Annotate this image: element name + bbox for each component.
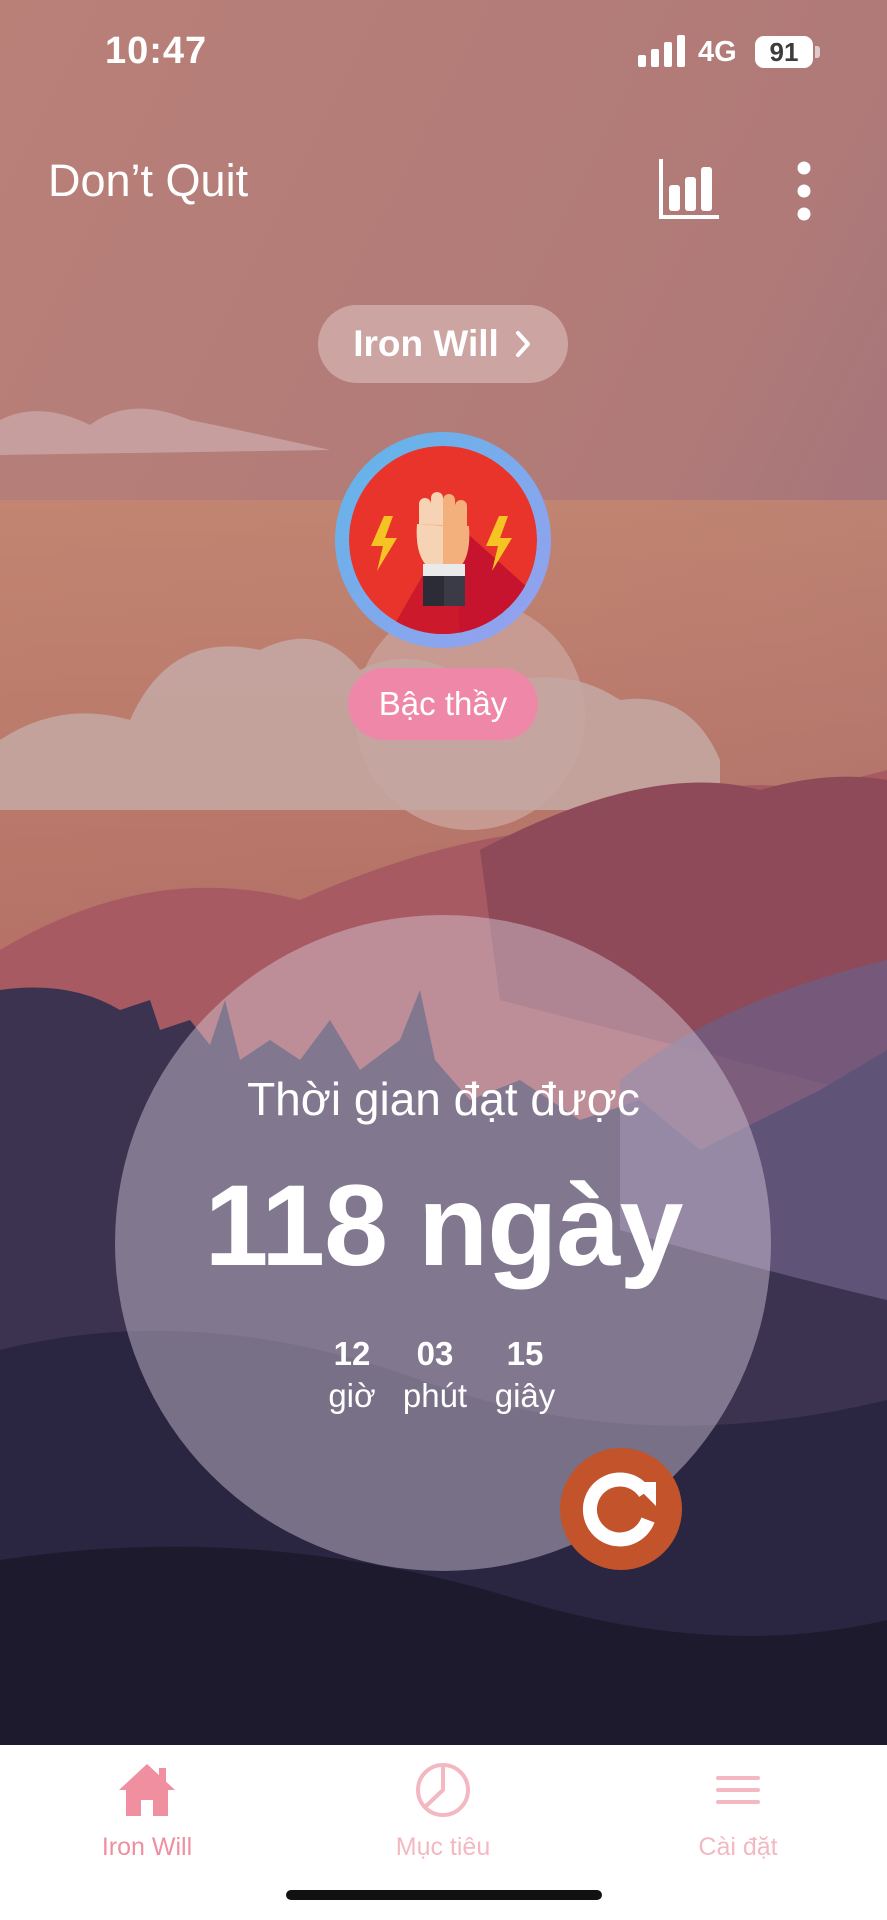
raised-fist-icon [349,446,537,634]
status-bar: 10:47 4G 91 [0,0,887,105]
seconds-unit: 15 giây [470,1333,580,1417]
seconds-value: 15 [506,1335,544,1372]
battery-tip [815,46,820,58]
tab-label-muc-tieu: Mục tiêu [395,1833,491,1861]
home-indicator [286,1890,602,1900]
tab-iron-will[interactable]: Iron Will [47,1745,247,1885]
more-vertical-icon[interactable] [790,160,818,222]
signal-icon [638,35,685,67]
badge-inner [349,446,537,634]
tab-label-cai-dat: Cài đặt [698,1833,778,1861]
profile-name-button[interactable]: Iron Will [318,305,568,383]
home-icon [119,1764,175,1816]
refresh-icon [582,1472,656,1547]
battery-icon: 91 [755,36,813,68]
seconds-label: giây [494,1377,556,1414]
tab-muc-tieu[interactable]: Mục tiêu [343,1745,543,1885]
level-badge[interactable]: Bậc thầy [348,668,538,740]
tab-cai-dat[interactable]: Cài đặt [638,1745,838,1885]
chevron-right-icon [515,331,530,357]
pie-chart-icon [416,1763,470,1817]
days-counter: 118 ngày [204,1162,684,1290]
profile-name: Iron Will [353,323,499,364]
bar-chart-icon[interactable] [657,155,723,221]
app-title: Don’t Quit [48,155,249,206]
status-time: 10:47 [105,30,208,72]
menu-icon [716,1776,760,1804]
timer-label: Thời gian đạt được [247,1073,640,1125]
reset-button[interactable] [560,1448,682,1570]
screen: 10:47 4G 91 Don’t Quit Iron Will Bậc thầ… [0,0,887,1920]
network-type: 4G [698,36,737,68]
achievement-badge[interactable] [335,432,551,648]
tab-label-iron-will: Iron Will [101,1833,193,1861]
